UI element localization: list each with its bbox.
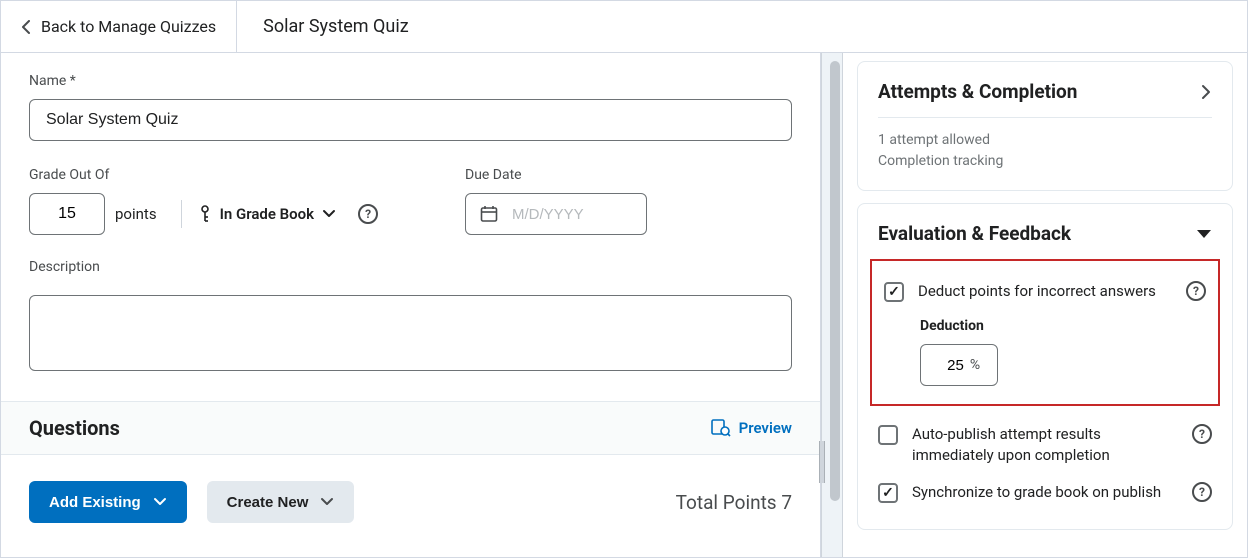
back-to-manage-quizzes[interactable]: Back to Manage Quizzes (1, 1, 237, 52)
page-title: Solar System Quiz (237, 1, 408, 52)
deduction-heading: Deduction (920, 318, 1206, 334)
deduction-input[interactable] (938, 356, 966, 375)
chevron-down-icon (322, 209, 336, 219)
scrollbar-thumb[interactable] (830, 61, 840, 501)
gradebook-label: In Grade Book (220, 205, 315, 223)
caret-down-icon (1196, 228, 1212, 240)
description-input[interactable] (29, 295, 792, 371)
add-existing-label: Add Existing (49, 494, 141, 511)
help-icon[interactable]: ? (1192, 424, 1212, 444)
preview-icon (711, 419, 731, 437)
deduct-label: Deduct points for incorrect answers (918, 281, 1172, 302)
resize-handle[interactable] (819, 441, 825, 483)
sync-gradebook-checkbox[interactable] (878, 483, 898, 503)
divider (878, 117, 1212, 118)
questions-heading: Questions (29, 416, 120, 440)
description-label: Description (29, 259, 792, 275)
calendar-icon (480, 205, 498, 223)
chevron-left-icon (21, 20, 31, 34)
help-icon[interactable]: ? (1186, 281, 1206, 301)
autopublish-label: Auto-publish attempt results immediately… (912, 424, 1178, 466)
key-icon (198, 205, 212, 223)
total-points: Total Points 7 (676, 491, 792, 514)
points-unit: points (115, 205, 157, 223)
autopublish-checkbox[interactable] (878, 425, 898, 445)
sync-gradebook-label: Synchronize to grade book on publish (912, 482, 1178, 503)
name-label: Name * (29, 73, 792, 89)
gradebook-dropdown[interactable]: In Grade Book (198, 205, 337, 223)
due-date-input[interactable] (465, 193, 647, 235)
attempts-panel-toggle[interactable]: Attempts & Completion (878, 80, 1212, 103)
create-new-button[interactable]: Create New (207, 481, 355, 523)
deduction-input-wrap[interactable]: % (920, 344, 998, 386)
due-date-label: Due Date (465, 167, 647, 183)
attempts-line2: Completion tracking (878, 151, 1212, 172)
deduct-highlight: Deduct points for incorrect answers ? De… (870, 259, 1220, 406)
help-icon[interactable]: ? (358, 204, 378, 224)
add-existing-button[interactable]: Add Existing (29, 481, 187, 523)
eval-title: Evaluation & Feedback (878, 222, 1071, 245)
create-new-label: Create New (227, 494, 309, 511)
attempts-line1: 1 attempt allowed (878, 130, 1212, 151)
back-label: Back to Manage Quizzes (41, 17, 216, 36)
attempts-title: Attempts & Completion (878, 80, 1077, 103)
percent-label: % (970, 357, 980, 373)
deduct-checkbox[interactable] (884, 282, 904, 302)
preview-button[interactable]: Preview (711, 419, 792, 437)
eval-panel-toggle[interactable]: Evaluation & Feedback (878, 222, 1212, 245)
chevron-down-icon (320, 497, 334, 507)
due-date-field[interactable] (510, 205, 632, 224)
grade-label: Grade Out Of (29, 167, 389, 183)
chevron-right-icon (1200, 83, 1212, 101)
divider (181, 200, 182, 228)
chevron-down-icon (153, 497, 167, 507)
pane-resize-gutter[interactable] (821, 53, 843, 557)
name-input[interactable] (29, 99, 792, 141)
help-icon[interactable]: ? (1192, 482, 1212, 502)
points-input[interactable] (29, 193, 105, 235)
preview-label: Preview (739, 419, 792, 437)
